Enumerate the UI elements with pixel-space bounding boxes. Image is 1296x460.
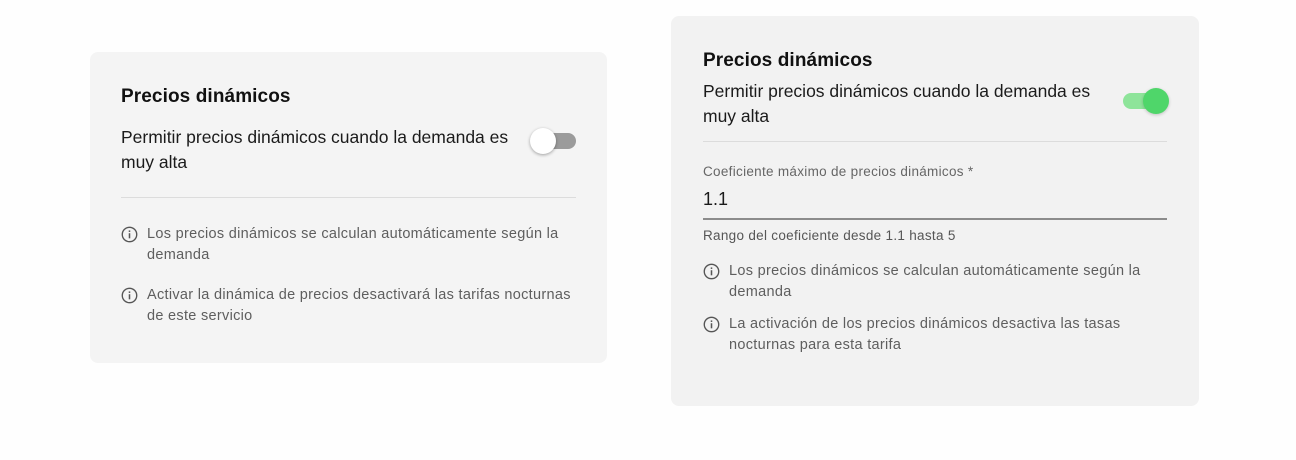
coefficient-input[interactable] — [703, 188, 1167, 220]
divider — [703, 141, 1167, 142]
toggle-thumb[interactable] — [530, 128, 556, 154]
toggle-label: Permitir precios dinámicos cuando la dem… — [121, 127, 509, 172]
dynamic-pricing-toggle[interactable] — [1121, 87, 1169, 115]
coefficient-helper-text: Rango del coeficiente desde 1.1 hasta 5 — [703, 228, 956, 243]
info-icon — [703, 316, 720, 333]
info-note-text: Los precios dinámicos se calculan automá… — [729, 263, 1141, 300]
info-icon — [703, 263, 720, 280]
info-note: La activación de los precios dinámicos d… — [703, 314, 1167, 356]
coefficient-field-label: Coeficiente máximo de precios dinámicos … — [703, 164, 974, 179]
info-note-text: La activación de los precios dinámicos d… — [729, 316, 1121, 353]
info-note: Activar la dinámica de precios desactiva… — [121, 285, 576, 327]
info-note-text: Los precios dinámicos se calculan automá… — [147, 226, 559, 263]
toggle-row: Permitir precios dinámicos cuando la dem… — [121, 125, 576, 175]
info-icon — [121, 287, 138, 304]
info-icon — [121, 226, 138, 243]
info-note-text: Activar la dinámica de precios desactiva… — [147, 287, 571, 324]
dynamic-pricing-card-enabled: Precios dinámicos Permitir precios dinám… — [671, 16, 1199, 406]
info-note: Los precios dinámicos se calculan automá… — [121, 224, 576, 266]
toggle-thumb[interactable] — [1143, 88, 1169, 114]
card-title: Precios dinámicos — [121, 86, 291, 107]
divider — [121, 197, 576, 198]
coefficient-field: Coeficiente máximo de precios dinámicos … — [703, 164, 1167, 243]
dynamic-pricing-toggle[interactable] — [530, 127, 576, 155]
toggle-row: Permitir precios dinámicos cuando la dem… — [703, 79, 1169, 129]
dynamic-pricing-card-disabled: Precios dinámicos Permitir precios dinám… — [90, 52, 607, 363]
info-note: Los precios dinámicos se calculan automá… — [703, 261, 1167, 303]
toggle-label: Permitir precios dinámicos cuando la dem… — [703, 81, 1091, 126]
card-title: Precios dinámicos — [703, 50, 873, 71]
